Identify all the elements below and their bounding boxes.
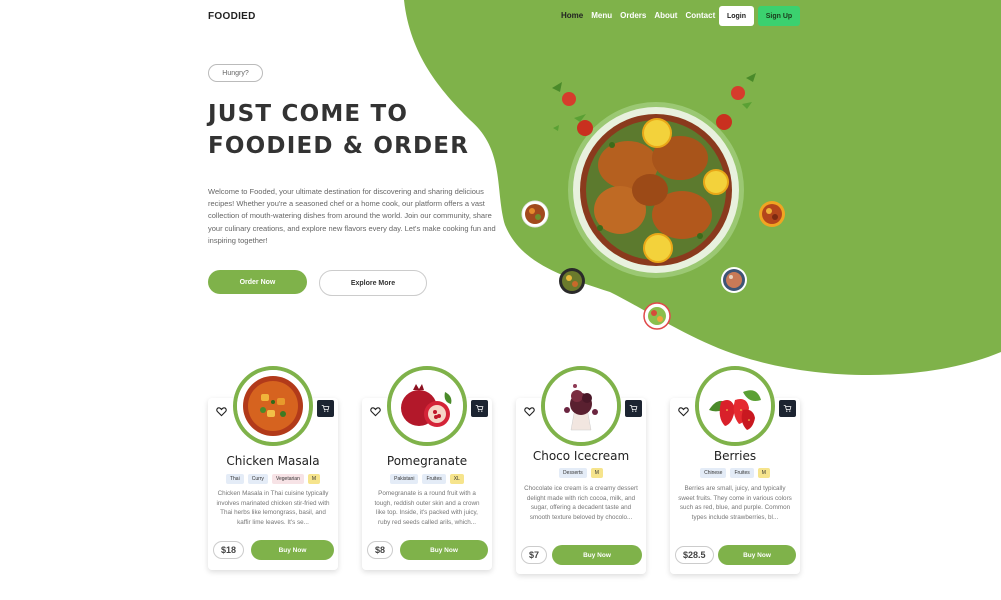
- tag: Pakistani: [390, 474, 419, 484]
- card-description: Pomegranate is a round fruit with a toug…: [374, 490, 480, 526]
- card-tags: Chinese Fruites M: [670, 468, 800, 478]
- nav-link-about[interactable]: About: [654, 11, 677, 20]
- nav-link-home[interactable]: Home: [561, 11, 583, 20]
- nav-link-menu[interactable]: Menu: [591, 11, 612, 20]
- nav-links: Home Menu Orders About Contact: [561, 11, 715, 20]
- dish-thumbnail-1[interactable]: [521, 200, 549, 228]
- card-description: Chicken Masala in Thai cuisine typically…: [216, 490, 330, 526]
- tag: Fruites: [422, 474, 446, 484]
- dish-thumbnail-2[interactable]: [759, 201, 785, 227]
- tag: Desserts: [559, 468, 587, 478]
- tag: Curry: [247, 474, 268, 484]
- nav-link-orders[interactable]: Orders: [620, 11, 646, 20]
- card-title: Choco Icecream: [532, 449, 630, 463]
- buy-now-button[interactable]: Buy Now: [552, 545, 642, 565]
- heart-icon[interactable]: [216, 404, 227, 417]
- card-title: Berries: [713, 449, 757, 463]
- card-title: Chicken Masala: [226, 454, 320, 468]
- product-card-pomegranate: Pomegranate Pakistani Fruites XL Pomegra…: [362, 366, 492, 570]
- dish-thumbnail-3[interactable]: [559, 268, 585, 294]
- cart-icon[interactable]: [779, 400, 796, 417]
- dish-thumbnail-5[interactable]: [643, 302, 671, 330]
- brand-logo[interactable]: FOODIED: [208, 11, 256, 22]
- hero-green-blob: [404, 0, 1001, 376]
- tag: Thai: [225, 474, 244, 484]
- dish-thumbnail-4[interactable]: [721, 267, 747, 293]
- chicken-masala-image: [233, 366, 313, 446]
- size-tag: M: [307, 474, 321, 484]
- heart-icon[interactable]: [678, 404, 689, 417]
- hero-headline: JUST COME TO FOODIED & ORDER: [208, 98, 469, 162]
- cart-icon[interactable]: [317, 400, 334, 417]
- tag: Chinese: [700, 468, 727, 478]
- product-card-berries: Berries Chinese Fruites M Berries are sm…: [670, 366, 800, 574]
- hero-headline-line-2: FOODIED & ORDER: [208, 133, 470, 159]
- top-navbar: FOODIED Home Menu Orders About Contact L…: [0, 0, 1001, 34]
- card-tags: Pakistani Fruites XL: [362, 474, 492, 484]
- size-tag: XL: [449, 474, 464, 484]
- berries-image: [695, 366, 775, 446]
- size-tag: M: [757, 468, 770, 478]
- buy-now-button[interactable]: Buy Now: [718, 545, 796, 565]
- card-price: $28.5: [675, 546, 714, 564]
- explore-more-button[interactable]: Explore More: [319, 270, 427, 296]
- tag: Vegetarian: [271, 474, 304, 484]
- hero-headline-line-1: JUST COME TO: [208, 101, 409, 127]
- card-price: $7: [521, 546, 548, 564]
- card-price: $18: [213, 541, 245, 559]
- order-now-button[interactable]: Order Now: [208, 270, 307, 294]
- hero-description: Welcome to Fooded, your ultimate destina…: [208, 187, 496, 245]
- pomegranate-image: [387, 366, 467, 446]
- card-tags: Thai Curry Vegetarian M: [208, 474, 338, 484]
- heart-icon[interactable]: [370, 404, 381, 417]
- size-tag: M: [590, 468, 603, 478]
- product-card-chicken-masala: Chicken Masala Thai Curry Vegetarian M C…: [208, 366, 338, 570]
- login-button[interactable]: Login: [719, 6, 754, 26]
- buy-now-button[interactable]: Buy Now: [400, 540, 488, 560]
- card-title: Pomegranate: [386, 454, 468, 468]
- card-price: $8: [367, 541, 394, 559]
- cart-icon[interactable]: [471, 400, 488, 417]
- signup-button[interactable]: Sign Up: [758, 6, 800, 26]
- card-description: Berries are small, juicy, and typically …: [678, 485, 792, 521]
- hungry-pill: Hungry?: [208, 64, 263, 82]
- card-tags: Desserts M: [516, 468, 646, 478]
- product-card-choco-icecream: Choco Icecream Desserts M Chocolate ice …: [516, 366, 646, 574]
- choco-icecream-image: [541, 366, 621, 446]
- cart-icon[interactable]: [625, 400, 642, 417]
- card-description: Chocolate ice cream is a creamy dessert …: [524, 485, 638, 521]
- heart-icon[interactable]: [524, 404, 535, 417]
- tag: Fruites: [730, 468, 754, 478]
- buy-now-button[interactable]: Buy Now: [251, 540, 334, 560]
- nav-link-contact[interactable]: Contact: [685, 11, 715, 20]
